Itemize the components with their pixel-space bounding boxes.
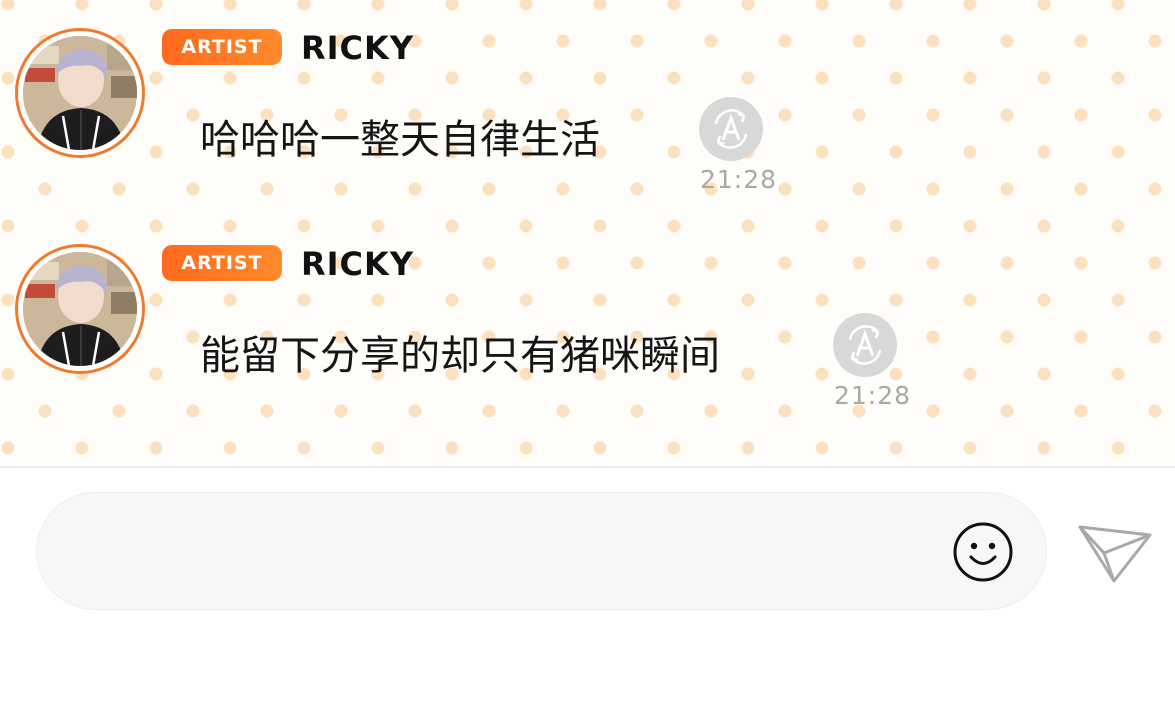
sender-name[interactable]: RICKY [301, 28, 414, 68]
chat-message: ARTIST RICKY 能留下分享的却只有猪咪瞬间 21:28 [0, 216, 1175, 416]
send-button[interactable] [1074, 517, 1156, 587]
message-timestamp: 21:28 [700, 165, 778, 194]
translate-icon[interactable] [832, 312, 898, 378]
message-text: 哈哈哈一整天自律生活 [200, 118, 600, 162]
avatar[interactable] [15, 28, 145, 158]
avatar-photo [23, 252, 137, 366]
avatar-photo [23, 36, 137, 150]
emoji-button[interactable] [951, 520, 1015, 584]
translate-icon[interactable] [698, 96, 764, 162]
artist-badge: ARTIST [162, 29, 282, 65]
message-timestamp: 21:28 [834, 381, 912, 410]
message-text: 能留下分享的却只有猪咪瞬间 [200, 334, 720, 378]
avatar[interactable] [15, 244, 145, 374]
smiley-face-icon [953, 522, 1013, 582]
divider [0, 466, 1175, 468]
artist-badge: ARTIST [162, 245, 282, 281]
paper-plane-icon [1078, 525, 1152, 583]
chat-message: ARTIST RICKY 哈哈哈一整天自律生活 21:28 [0, 0, 1175, 200]
message-input[interactable] [77, 523, 941, 581]
message-composer[interactable] [36, 492, 1047, 610]
sender-name[interactable]: RICKY [301, 244, 414, 284]
chat-message-list[interactable]: ARTIST RICKY 哈哈哈一整天自律生活 21:28 ARTIST RIC… [0, 0, 1175, 466]
